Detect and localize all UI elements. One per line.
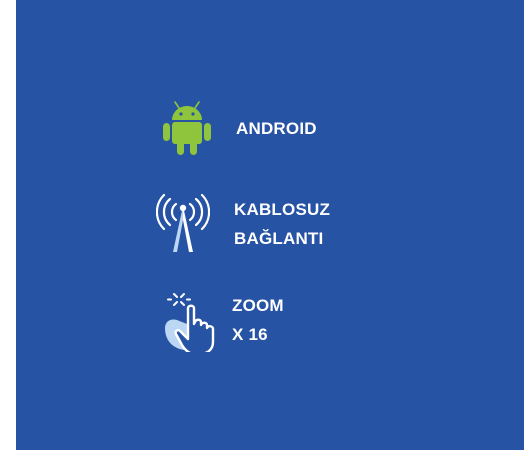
android-icon [160, 96, 214, 160]
feature-label-android: ANDROID [236, 114, 317, 143]
feature-panel: ANDROID KABLOSUZ BAĞLANTI ZOOM X 16 [16, 0, 524, 450]
feature-android: ANDROID [160, 96, 317, 160]
label-line: X 16 [232, 325, 268, 344]
feature-zoom: ZOOM X 16 [162, 288, 284, 352]
label-line: KABLOSUZ [234, 200, 331, 219]
label-line: ANDROID [236, 118, 317, 138]
touch-zoom-icon [162, 288, 216, 352]
feature-label-wireless: KABLOSUZ BAĞLANTI [234, 195, 330, 253]
feature-label-zoom: ZOOM X 16 [232, 291, 284, 349]
feature-wireless: KABLOSUZ BAĞLANTI [156, 192, 330, 256]
wireless-antenna-icon [156, 192, 210, 256]
label-line: BAĞLANTI [234, 229, 324, 248]
label-line: ZOOM [232, 296, 284, 315]
